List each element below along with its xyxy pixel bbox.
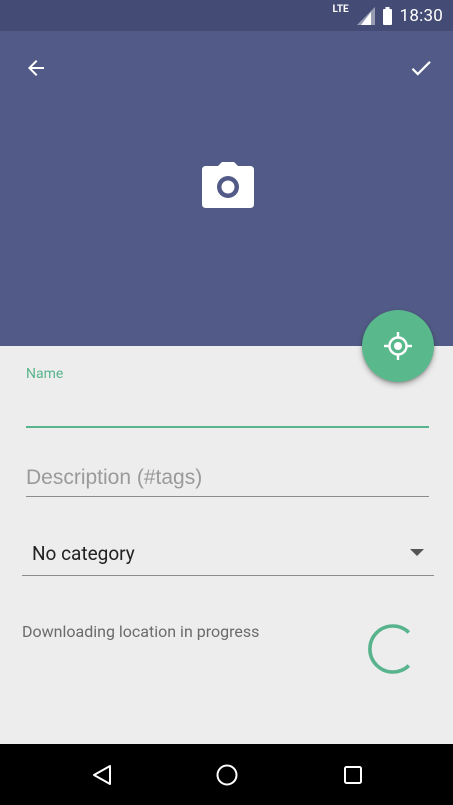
arrow-left-icon [28,60,44,76]
system-nav-bar [0,744,453,805]
battery-icon [382,6,392,25]
nav-recents-button[interactable] [340,762,366,788]
dropdown-arrow-icon [410,549,424,556]
camera-icon [202,162,254,208]
check-icon [411,61,431,76]
square-recents-icon [344,766,362,784]
photo-header [0,31,453,346]
location-progress-text: Downloading location in progress [22,622,260,641]
name-input[interactable] [26,388,429,426]
category-underline [22,575,434,576]
name-underline [26,426,429,428]
name-label: Name [26,366,64,382]
category-dropdown[interactable]: No category [22,534,434,574]
category-value: No category [32,542,135,565]
back-button[interactable] [18,53,54,83]
triangle-back-icon [93,765,111,785]
nav-back-button[interactable] [89,762,115,788]
network-type: LTE [332,4,349,15]
clock: 18:30 [399,5,443,26]
status-bar: LTE 18:30 [0,0,453,31]
nav-home-button[interactable] [214,762,240,788]
loading-spinner-icon [368,624,411,674]
entry-form: Name No category Downloading location in… [0,346,453,744]
description-underline [26,496,429,497]
signal-icon [356,6,375,25]
confirm-button[interactable] [403,53,439,83]
status-bar-right: LTE 18:30 [333,0,443,31]
description-input[interactable] [26,460,429,496]
add-photo-button[interactable] [200,159,256,211]
circle-home-icon [216,764,238,786]
